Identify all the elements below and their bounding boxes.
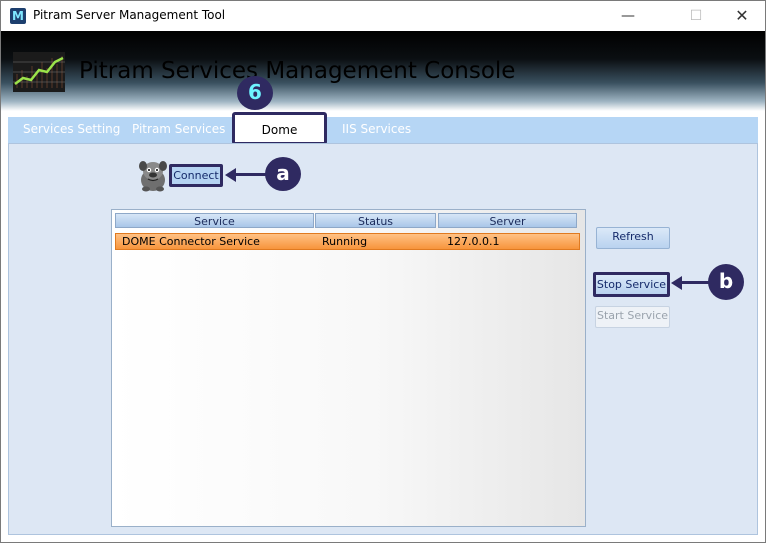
tab-iis-services[interactable]: IIS Services [342, 117, 411, 143]
title-bar[interactable]: M Pitram Server Management Tool — ☐ ✕ [1, 1, 765, 31]
dog-mascot-icon [139, 161, 167, 192]
callout-b: b [708, 264, 744, 300]
cell-service: DOME Connector Service [122, 235, 260, 248]
header-title: Pitram Services Management Console [79, 58, 516, 84]
callout-a-arrow-line [235, 173, 267, 176]
table-row[interactable]: DOME Connector Service Running 127.0.0.1 [115, 233, 580, 250]
column-header-status[interactable]: Status [315, 213, 436, 228]
tab-pitram-services[interactable]: Pitram Services [132, 117, 225, 143]
tab-strip: Services Setting Pitram Services Dome Se… [8, 112, 758, 167]
stop-service-button[interactable]: Stop Service [593, 272, 670, 297]
app-window: M Pitram Server Management Tool — ☐ ✕ Pi… [0, 0, 766, 543]
chart-logo-icon [13, 52, 65, 92]
refresh-button[interactable]: Refresh [596, 227, 670, 249]
minimize-button[interactable]: — [605, 1, 651, 31]
tab-dome-services[interactable]: Dome Services [232, 112, 327, 167]
tab-services-setting[interactable]: Services Setting [23, 117, 120, 143]
service-list[interactable]: Service Status Server DOME Connector Ser… [111, 209, 586, 527]
close-button[interactable]: ✕ [719, 1, 765, 31]
start-service-button[interactable]: Start Service [595, 306, 670, 328]
app-icon: M [10, 8, 26, 24]
window-title: Pitram Server Management Tool [33, 8, 226, 22]
column-header-service[interactable]: Service [115, 213, 314, 228]
cell-status: Running [322, 235, 368, 248]
column-header-server[interactable]: Server [438, 213, 577, 228]
app-header: Pitram Services Management Console [1, 31, 765, 111]
callout-b-arrow-line [681, 281, 710, 284]
callout-a: a [265, 157, 301, 191]
cell-server: 127.0.0.1 [447, 235, 500, 248]
step-6-callout: 6 [237, 76, 273, 110]
maximize-button[interactable]: ☐ [673, 1, 719, 31]
connect-button[interactable]: Connect [169, 164, 223, 187]
